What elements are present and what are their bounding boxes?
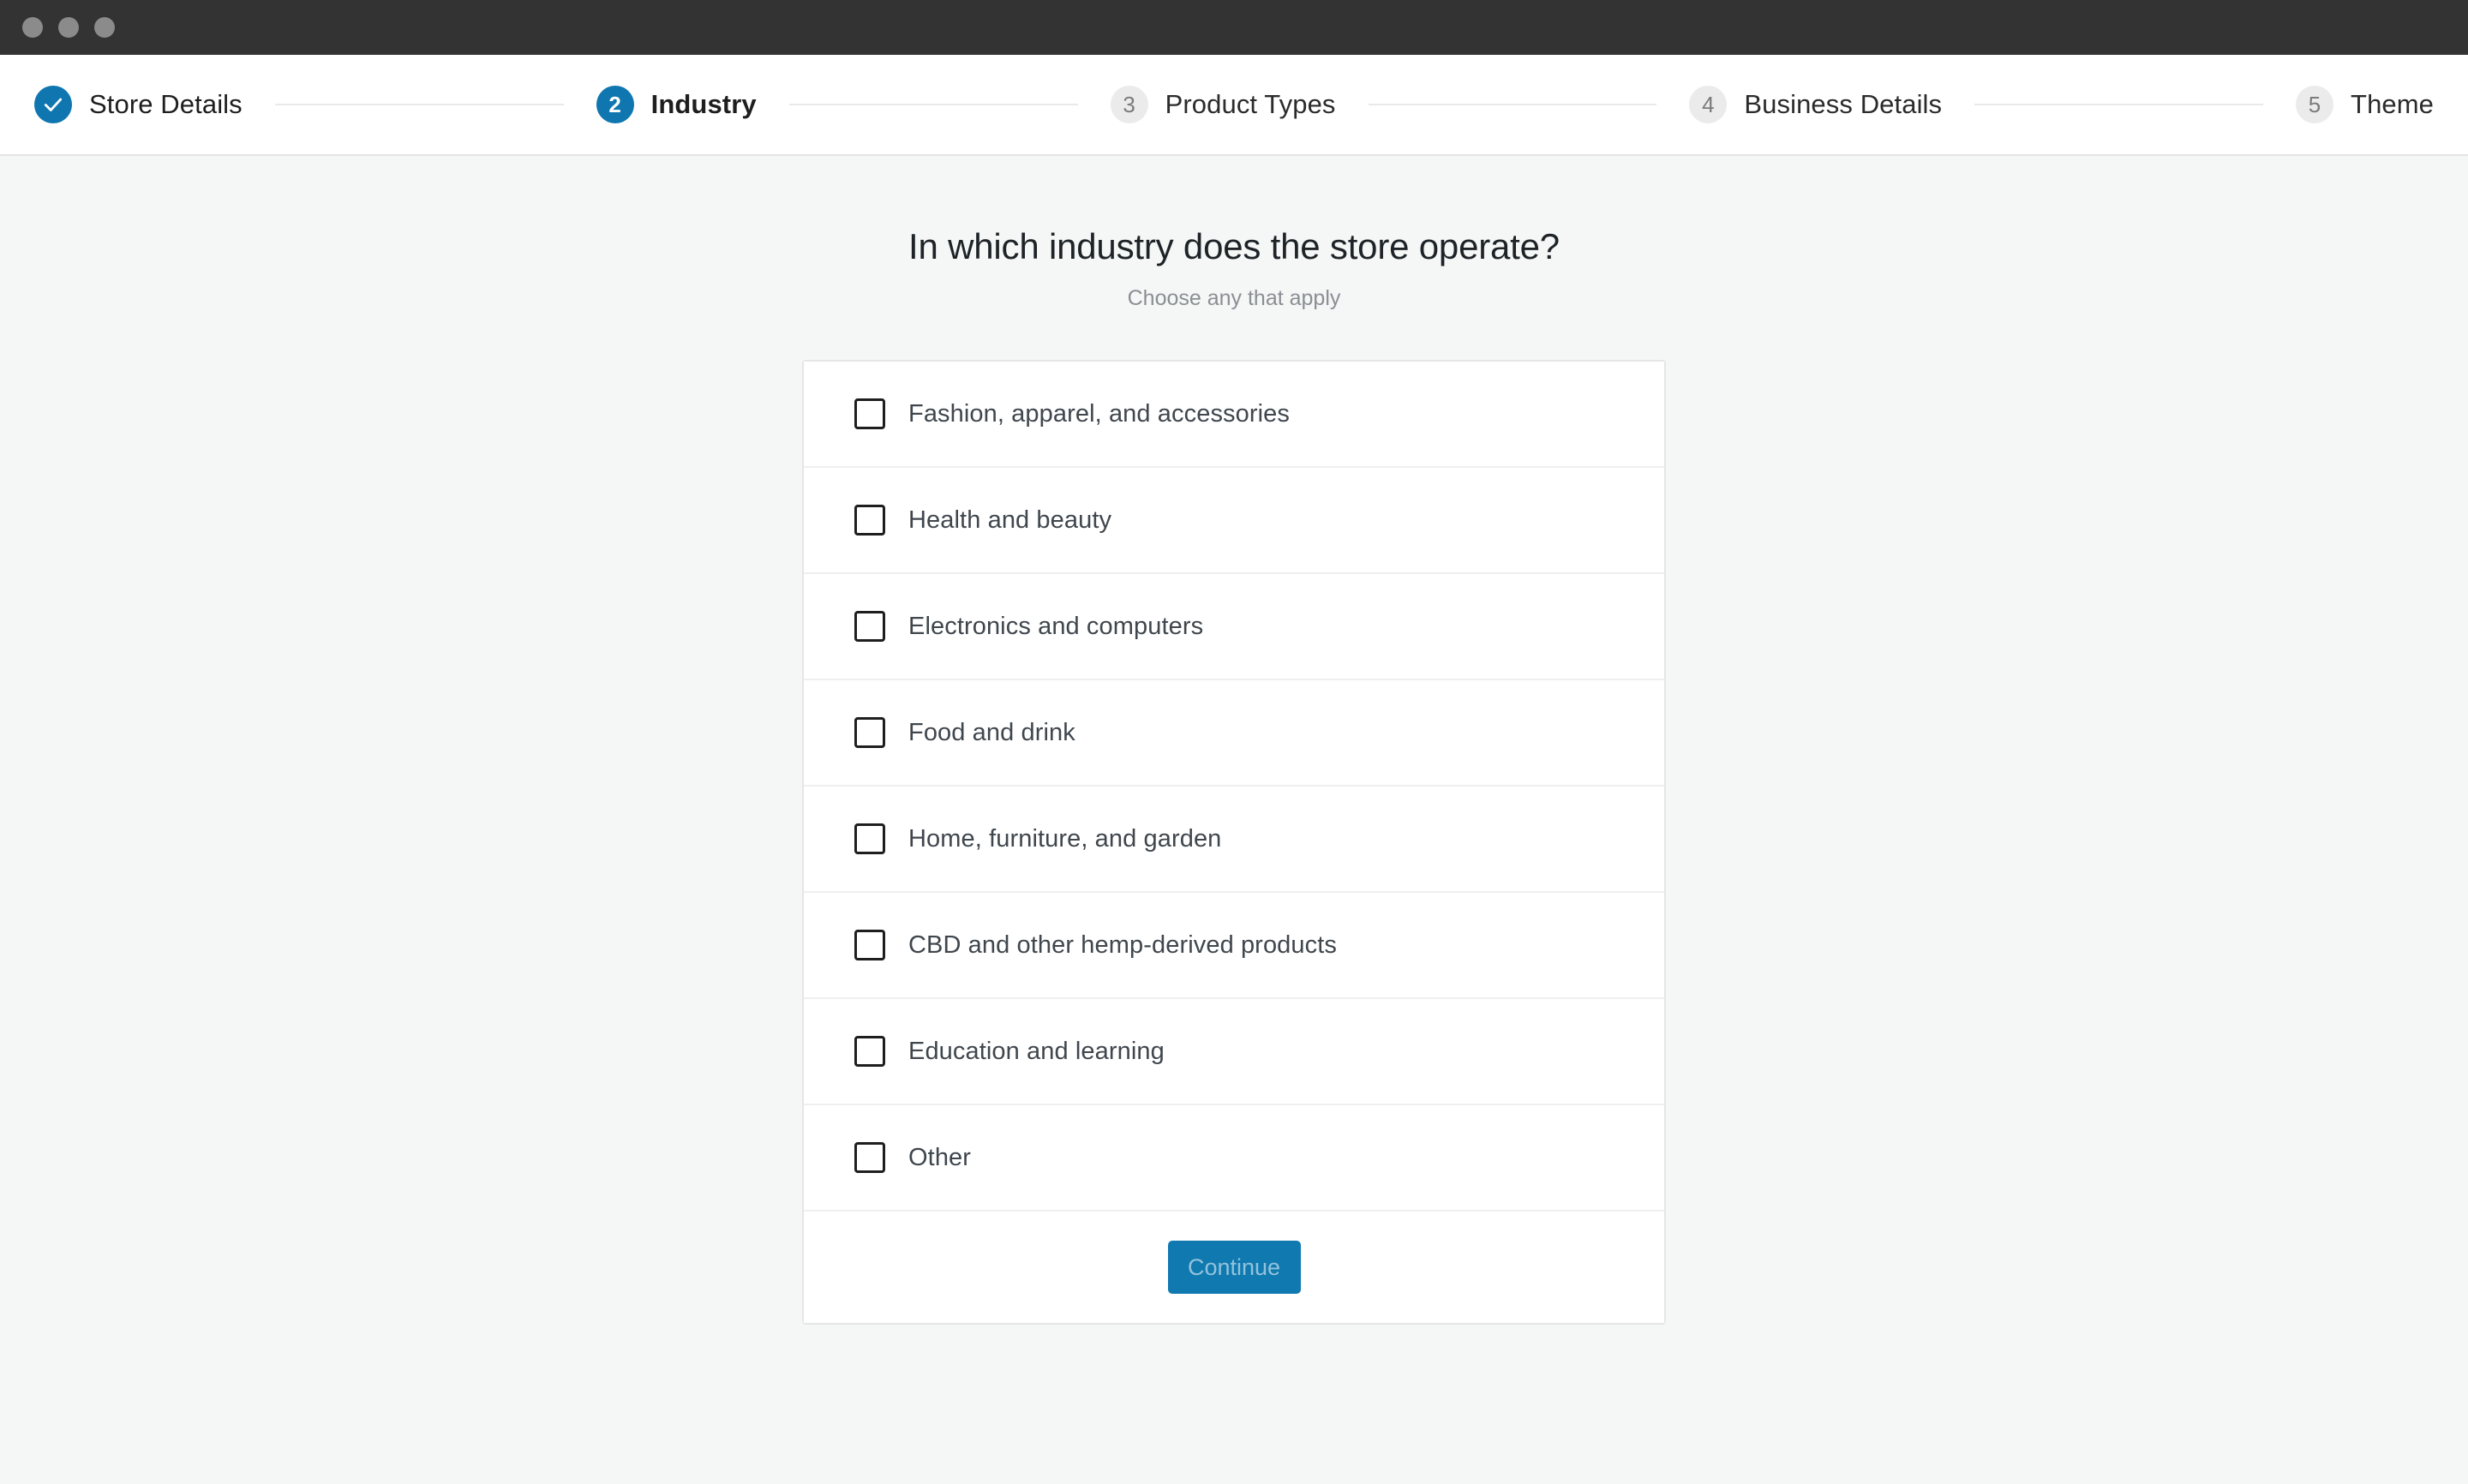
step-label: Product Types bbox=[1165, 89, 1336, 120]
step-number-2: 2 bbox=[596, 86, 634, 123]
industry-options-card: Fashion, apparel, and accessories Health … bbox=[802, 360, 1666, 1325]
industry-option-row[interactable]: Health and beauty bbox=[804, 468, 1664, 574]
step-label: Theme bbox=[2351, 89, 2434, 120]
checkbox-unchecked-icon[interactable] bbox=[854, 611, 885, 642]
step-theme[interactable]: 5 Theme bbox=[2296, 86, 2434, 123]
card-actions: Continue bbox=[804, 1212, 1664, 1323]
step-label: Industry bbox=[651, 89, 757, 120]
industry-option-label: Fashion, apparel, and accessories bbox=[908, 400, 1290, 428]
step-connector bbox=[1974, 104, 2263, 105]
industry-option-label: CBD and other hemp-derived products bbox=[908, 931, 1337, 960]
industry-option-row[interactable]: Home, furniture, and garden bbox=[804, 787, 1664, 893]
checkbox-unchecked-icon[interactable] bbox=[854, 930, 885, 960]
step-number-4: 4 bbox=[1689, 86, 1727, 123]
continue-button[interactable]: Continue bbox=[1168, 1241, 1301, 1294]
step-connector bbox=[1369, 104, 1657, 105]
step-number-5: 5 bbox=[2296, 86, 2333, 123]
step-store-details[interactable]: Store Details bbox=[34, 86, 243, 123]
step-label: Store Details bbox=[89, 89, 243, 120]
industry-option-row[interactable]: Food and drink bbox=[804, 680, 1664, 787]
page-title: In which industry does the store operate… bbox=[908, 226, 1560, 267]
checkbox-unchecked-icon[interactable] bbox=[854, 505, 885, 536]
industry-option-label: Food and drink bbox=[908, 719, 1075, 747]
industry-options-list: Fashion, apparel, and accessories Health … bbox=[804, 362, 1664, 1212]
check-icon bbox=[34, 86, 72, 123]
step-number-3: 3 bbox=[1111, 86, 1148, 123]
step-connector bbox=[275, 104, 564, 105]
step-product-types[interactable]: 3 Product Types bbox=[1111, 86, 1336, 123]
checkbox-unchecked-icon[interactable] bbox=[854, 823, 885, 854]
checkbox-unchecked-icon[interactable] bbox=[854, 1036, 885, 1067]
industry-option-row[interactable]: Fashion, apparel, and accessories bbox=[804, 362, 1664, 468]
step-connector bbox=[789, 104, 1078, 105]
checkbox-unchecked-icon[interactable] bbox=[854, 1142, 885, 1173]
step-industry[interactable]: 2 Industry bbox=[596, 86, 757, 123]
maximize-dot[interactable] bbox=[94, 17, 115, 38]
industry-option-label: Other bbox=[908, 1144, 971, 1172]
step-business-details[interactable]: 4 Business Details bbox=[1689, 86, 1942, 123]
checkbox-unchecked-icon[interactable] bbox=[854, 717, 885, 748]
industry-option-row[interactable]: Education and learning bbox=[804, 999, 1664, 1105]
industry-option-row[interactable]: CBD and other hemp-derived products bbox=[804, 893, 1664, 999]
close-dot[interactable] bbox=[22, 17, 43, 38]
step-label: Business Details bbox=[1744, 89, 1942, 120]
industry-option-row[interactable]: Electronics and computers bbox=[804, 574, 1664, 680]
checkbox-unchecked-icon[interactable] bbox=[854, 398, 885, 429]
window-title-bar bbox=[0, 0, 2468, 55]
industry-option-label: Home, furniture, and garden bbox=[908, 825, 1221, 853]
onboarding-stepper: Store Details 2 Industry 3 Product Types 4 Bus… bbox=[0, 55, 2468, 156]
minimize-dot[interactable] bbox=[58, 17, 79, 38]
main-content: In which industry does the store operate… bbox=[0, 156, 2468, 1482]
industry-option-label: Electronics and computers bbox=[908, 613, 1203, 641]
industry-option-label: Education and learning bbox=[908, 1038, 1165, 1066]
industry-option-label: Health and beauty bbox=[908, 506, 1111, 535]
industry-option-row[interactable]: Other bbox=[804, 1105, 1664, 1212]
page-subtitle: Choose any that apply bbox=[1128, 286, 1341, 311]
